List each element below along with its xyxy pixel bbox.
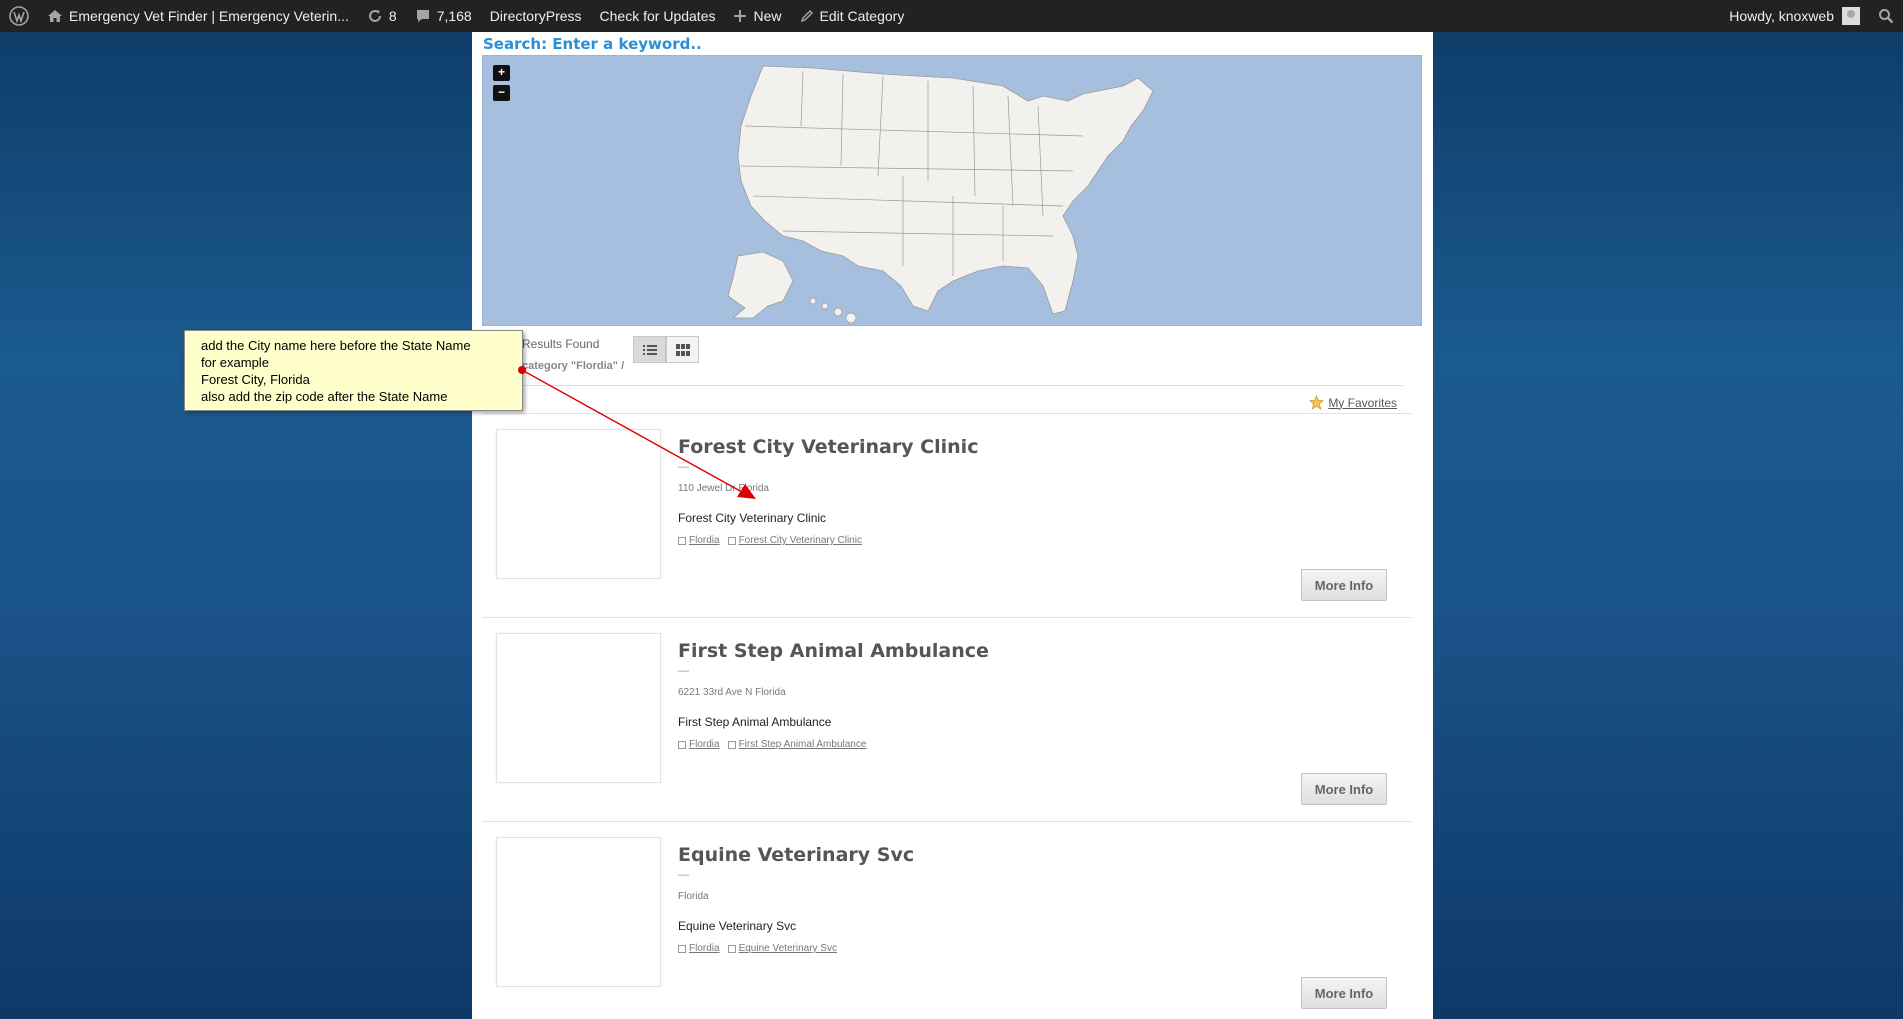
listing-item: Forest City Veterinary Clinic — 110 Jewe… <box>482 414 1412 618</box>
category-tag-label: Flordia <box>689 943 720 954</box>
tag-icon <box>678 536 686 545</box>
list-icon <box>642 344 657 355</box>
listing-name: Equine Veterinary Svc <box>678 919 797 933</box>
listing-name: Forest City Veterinary Clinic <box>678 511 827 525</box>
pencil-icon <box>800 9 814 23</box>
annotation-line: also add the zip code after the State Na… <box>201 389 448 404</box>
listing-title[interactable]: Forest City Veterinary Clinic <box>678 436 978 458</box>
results-found: Results Found <box>522 337 600 351</box>
view-toggle <box>633 336 699 363</box>
wordpress-icon <box>9 6 29 26</box>
listing-tag-label: First Step Animal Ambulance <box>738 739 867 750</box>
my-favorites-link[interactable]: My Favorites <box>1309 395 1397 410</box>
edit-category-link[interactable]: Edit Category <box>791 0 914 32</box>
wordpress-logo-button[interactable] <box>0 0 38 32</box>
category-breadcrumb: category "Flordia" / <box>522 360 625 372</box>
more-info-button[interactable]: More Info <box>1301 773 1387 805</box>
admin-bar: Emergency Vet Finder | Emergency Veterin… <box>0 0 1903 32</box>
search-icon <box>1879 9 1894 24</box>
refresh-icon <box>367 8 383 24</box>
directorypress-label: DirectoryPress <box>489 8 582 24</box>
tag-icon <box>678 740 686 749</box>
divider <box>502 385 1403 386</box>
tag-icon <box>727 536 736 545</box>
annotation-line: for example <box>201 355 269 370</box>
listing-tag[interactable]: Forest City Veterinary Clinic <box>727 535 862 546</box>
us-map[interactable]: + − <box>482 55 1422 326</box>
zoom-out-button[interactable]: − <box>493 85 510 101</box>
listing-item: First Step Animal Ambulance — 6221 33rd … <box>482 618 1412 822</box>
grid-view-button[interactable] <box>666 336 699 363</box>
annotation-line: add the City name here before the State … <box>201 338 471 353</box>
listing-separator: — <box>678 665 689 677</box>
listing-tags: Flordia Forest City Veterinary Clinic <box>678 535 862 546</box>
content-column: Search: Enter a keyword.. + − Results Fo… <box>472 32 1433 1019</box>
listing-tag-label: Equine Veterinary Svc <box>738 943 837 954</box>
listing-title[interactable]: First Step Animal Ambulance <box>678 640 989 662</box>
account-menu[interactable]: Howdy, knoxweb <box>1720 0 1869 32</box>
listing-thumbnail[interactable] <box>496 633 661 783</box>
star-icon <box>1309 395 1325 410</box>
updates-link[interactable]: 8 <box>358 0 406 32</box>
tag-icon <box>678 944 686 953</box>
tag-icon <box>727 944 736 953</box>
us-states-map <box>727 65 1154 324</box>
category-tag[interactable]: Flordia <box>678 535 720 546</box>
listing-address: Florida <box>678 891 709 902</box>
my-favorites-label: My Favorites <box>1328 395 1397 410</box>
new-label: New <box>753 8 782 24</box>
edit-category-label: Edit Category <box>819 8 905 24</box>
plus-icon <box>733 9 747 23</box>
listing-address: 6221 33rd Ave N Florida <box>678 687 786 698</box>
howdy-label: Howdy, knoxweb <box>1729 8 1834 24</box>
listing-title[interactable]: Equine Veterinary Svc <box>678 844 914 866</box>
listing-tag[interactable]: First Step Animal Ambulance <box>727 739 867 750</box>
comments-link[interactable]: 7,168 <box>406 0 481 32</box>
grid-icon <box>675 343 690 356</box>
annotation-line: Forest City, Florida <box>201 372 310 387</box>
check-updates-link[interactable]: Check for Updates <box>591 0 725 32</box>
listing-item: Equine Veterinary Svc — Florida Equine V… <box>482 822 1412 1019</box>
category-tag[interactable]: Flordia <box>678 943 720 954</box>
listing-tags: Flordia First Step Animal Ambulance <box>678 739 866 750</box>
listing-separator: — <box>678 461 689 473</box>
listing-separator: — <box>678 869 689 881</box>
new-content-menu[interactable]: New <box>724 0 790 32</box>
more-info-button[interactable]: More Info <box>1301 977 1387 1009</box>
search-keyword-link[interactable]: Search: Enter a keyword.. <box>483 35 702 53</box>
directorypress-menu[interactable]: DirectoryPress <box>481 0 591 32</box>
category-tag-label: Flordia <box>689 739 720 750</box>
listing-thumbnail[interactable] <box>496 429 661 579</box>
listing-tags: Flordia Equine Veterinary Svc <box>678 943 837 954</box>
listing-tag[interactable]: Equine Veterinary Svc <box>727 943 837 954</box>
check-updates-label: Check for Updates <box>599 8 716 24</box>
list-view-button[interactable] <box>633 336 666 363</box>
category-tag-label: Flordia <box>689 535 720 546</box>
category-tag[interactable]: Flordia <box>678 739 720 750</box>
avatar <box>1842 7 1860 25</box>
comment-icon <box>415 8 431 24</box>
admin-search-button[interactable] <box>1869 0 1903 32</box>
listing-name: First Step Animal Ambulance <box>678 715 832 729</box>
listing-address: 110 Jewel Dr Florida <box>678 483 769 494</box>
listing-thumbnail[interactable] <box>496 837 661 987</box>
site-name-link[interactable]: Emergency Vet Finder | Emergency Veterin… <box>38 0 358 32</box>
site-title: Emergency Vet Finder | Emergency Veterin… <box>69 8 349 24</box>
updates-count: 8 <box>388 8 397 24</box>
comments-count: 7,168 <box>436 8 472 24</box>
zoom-in-button[interactable]: + <box>493 65 510 81</box>
listing-tag-label: Forest City Veterinary Clinic <box>738 535 862 546</box>
annotation-note: add the City name here before the State … <box>184 330 523 411</box>
more-info-button[interactable]: More Info <box>1301 569 1387 601</box>
home-icon <box>47 8 63 24</box>
tag-icon <box>727 740 736 749</box>
